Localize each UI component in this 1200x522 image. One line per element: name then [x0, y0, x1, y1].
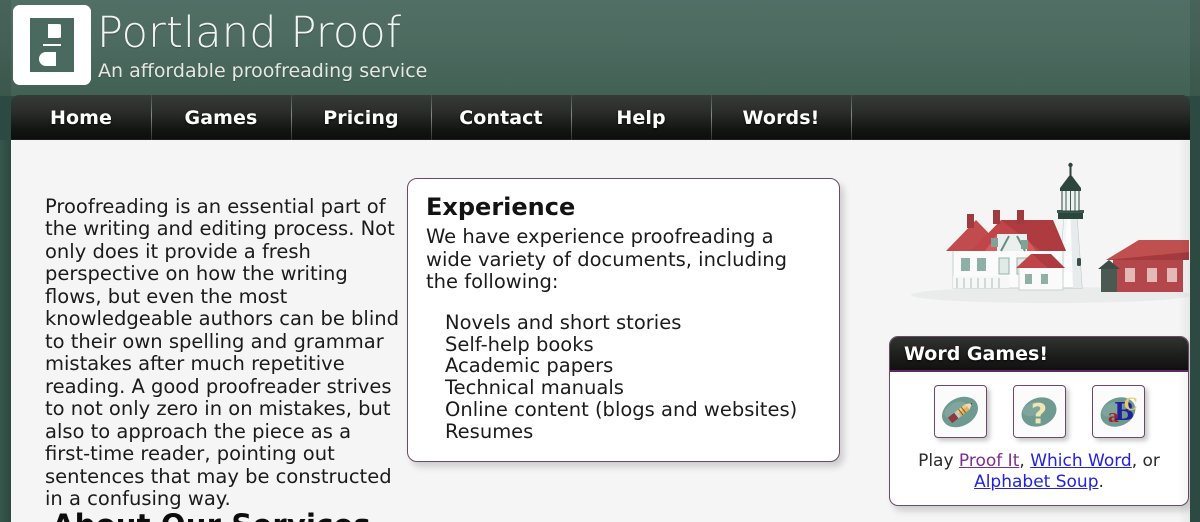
nav-item-help[interactable]: Help	[571, 95, 711, 140]
word-games-icon-row: ? a B C	[890, 385, 1188, 438]
nav-item-contact[interactable]: Contact	[431, 95, 571, 140]
portland-head-lighthouse-image	[901, 148, 1189, 308]
nav-filler	[851, 95, 1190, 140]
list-item: Resumes	[445, 419, 534, 443]
list-item: Academic papers	[445, 354, 614, 378]
proof-it-game-tile[interactable]	[933, 385, 987, 438]
experience-panel: Experience We have experience proofreadi…	[407, 178, 840, 462]
which-word-game-tile[interactable]: ?	[1012, 385, 1066, 438]
nav-item-home[interactable]: Home	[11, 95, 151, 140]
alphabet-soup-game-tile[interactable]: a B C	[1091, 385, 1145, 438]
nav-item-pricing[interactable]: Pricing	[291, 95, 431, 140]
list-item: Technical manuals	[445, 376, 624, 400]
list-item: Online content (blogs and websites)	[445, 397, 798, 421]
experience-list: Novels and short stories Self-help books…	[445, 312, 797, 442]
about-our-services-heading: About Our Services	[52, 508, 371, 522]
which-word-link[interactable]: Which Word	[1030, 451, 1132, 471]
portland-proof-monogram-icon[interactable]	[13, 5, 91, 85]
left-page-gutter	[0, 140, 11, 522]
content-area: Proofreading is an essential part of the…	[11, 140, 1190, 522]
alphabet-soup-link[interactable]: Alphabet Soup	[974, 472, 1098, 492]
word-games-caption: Play Proof It, Which Word, or Alphabet S…	[890, 451, 1188, 493]
experience-title: Experience	[426, 193, 576, 221]
word-games-header: Word Games!	[890, 337, 1188, 372]
proof-it-pencil-icon	[938, 390, 982, 434]
proof-it-link[interactable]: Proof It	[959, 451, 1019, 471]
word-games-panel: Word Games! ? a B C Play Proof It, Which…	[889, 336, 1189, 506]
caption-lead: Play	[918, 451, 959, 471]
caption-sep-2: , or	[1131, 451, 1160, 471]
experience-intro-text: We have experience proofreading a wide v…	[426, 225, 787, 293]
list-item: Self-help books	[445, 332, 594, 356]
brand-tagline: An affordable proofreading service	[98, 60, 428, 82]
main-navigation: Home Games Pricing Contact Help Words!	[11, 95, 1190, 140]
brand-title: Portland Proof	[97, 8, 402, 58]
svg-text:?: ?	[1031, 397, 1047, 430]
svg-text:C: C	[1124, 395, 1138, 415]
list-item: Novels and short stories	[445, 311, 682, 334]
word-games-title: Word Games!	[904, 342, 1048, 365]
page-root: Portland Proof An affordable proofreadin…	[0, 0, 1200, 522]
caption-sep-1: ,	[1019, 451, 1031, 471]
alphabet-soup-abc-icon: a B C	[1096, 390, 1140, 434]
caption-end: .	[1098, 472, 1104, 492]
nav-item-words[interactable]: Words!	[711, 95, 851, 140]
which-word-question-mark-icon: ?	[1017, 390, 1061, 434]
nav-item-games[interactable]: Games	[151, 95, 291, 140]
site-header: Portland Proof An affordable proofreadin…	[0, 0, 1200, 96]
intro-paragraph: Proofreading is an essential part of the…	[45, 194, 400, 510]
right-page-gutter	[1190, 140, 1200, 522]
